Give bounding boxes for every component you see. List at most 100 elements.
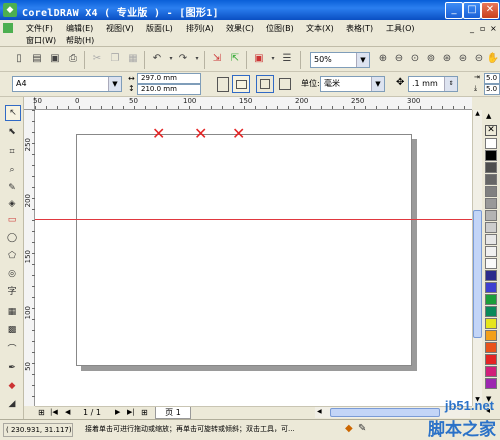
import-icon[interactable]: ⇲	[210, 52, 224, 66]
zoom-level-select[interactable]: 50% ▼	[310, 52, 370, 68]
color-swatch[interactable]	[485, 138, 497, 149]
interactive-fill-tool-icon[interactable]: ◢	[5, 397, 19, 411]
first-page-icon[interactable]: |◀	[50, 408, 58, 416]
page-tab[interactable]: 页 1	[155, 407, 191, 419]
export-icon[interactable]: ⇱	[228, 52, 242, 66]
color-swatch[interactable]	[485, 378, 497, 389]
zoom-tool-icon[interactable]: ⌕	[5, 163, 19, 177]
minimize-button[interactable]: _	[445, 2, 463, 19]
print-icon[interactable]: ⎙	[66, 52, 80, 66]
text-tool-icon[interactable]: 字	[5, 285, 19, 299]
smart-fill-tool-icon[interactable]: ◈	[5, 197, 19, 211]
zoom-width-icon[interactable]: ⊜	[456, 52, 470, 66]
paste-icon[interactable]: ▦	[126, 52, 140, 66]
scroll-left-icon[interactable]: ◀	[317, 408, 322, 415]
color-swatch[interactable]	[485, 210, 497, 221]
fill-tool-icon[interactable]: ◆	[5, 379, 19, 393]
table-tool-icon[interactable]: ▦	[5, 305, 19, 319]
color-swatch[interactable]	[485, 222, 497, 233]
color-swatch[interactable]	[485, 330, 497, 341]
horizontal-ruler[interactable]: 50 0 50 100 150 200 250 300	[33, 97, 472, 110]
duplicate-x-field[interactable]: 5.0	[484, 73, 500, 84]
vertical-ruler[interactable]: 250 200 150 100 50	[24, 110, 35, 406]
zoom-in-icon[interactable]: ⊕	[376, 52, 390, 66]
color-swatch[interactable]	[485, 174, 497, 185]
undo-icon[interactable]: ↶	[150, 52, 164, 66]
add-page-before-icon[interactable]: ⊞	[38, 408, 45, 417]
close-button[interactable]: ✕	[481, 2, 499, 19]
freehand-tool-icon[interactable]: ✎	[5, 181, 19, 195]
zoom-page-icon[interactable]: ⊛	[440, 52, 454, 66]
paper-size-select[interactable]: A4 ▼	[12, 76, 122, 92]
zoom-height-icon[interactable]: ⊝	[472, 52, 486, 66]
next-page-icon[interactable]: ▶	[115, 408, 120, 416]
all-pages-icon[interactable]	[256, 75, 274, 93]
cut-icon[interactable]: ✂	[90, 52, 104, 66]
no-fill-swatch[interactable]: ✕	[485, 125, 497, 136]
launcher-dropdown-icon[interactable]: ▾	[266, 52, 280, 66]
menu-file[interactable]: 文件(F)	[26, 23, 53, 34]
menu-window[interactable]: 窗口(W)	[26, 35, 56, 46]
color-swatch[interactable]	[485, 258, 497, 269]
current-page-icon[interactable]	[279, 78, 291, 90]
color-swatch[interactable]	[485, 150, 497, 161]
color-swatch[interactable]	[485, 234, 497, 245]
zoom-all-objects-icon[interactable]: ⊚	[424, 52, 438, 66]
shape-tool-icon[interactable]: ⬉	[5, 125, 19, 139]
ellipse-tool-icon[interactable]: ◯	[5, 231, 19, 245]
vertical-scrollbar[interactable]: ▲ ▼	[472, 110, 482, 406]
redo-icon[interactable]: ↷	[176, 52, 190, 66]
color-swatch[interactable]	[485, 318, 497, 329]
color-swatch[interactable]	[485, 366, 497, 377]
page-border[interactable]	[76, 134, 412, 366]
portrait-button[interactable]	[217, 77, 229, 92]
zoom-out-icon[interactable]: ⊖	[392, 52, 406, 66]
color-swatch[interactable]	[485, 246, 497, 257]
menu-bitmaps[interactable]: 位图(B)	[266, 23, 294, 34]
units-select[interactable]: 毫米 ▼	[320, 76, 385, 92]
color-swatch[interactable]	[485, 282, 497, 293]
maximize-button[interactable]: □	[463, 2, 481, 19]
menu-text[interactable]: 文本(X)	[306, 23, 334, 34]
page-height-field[interactable]: 210.0 mm	[137, 84, 201, 95]
doc-close-button[interactable]: ×	[490, 24, 497, 33]
copy-icon[interactable]: ❐	[108, 52, 122, 66]
outline-pen-tool-icon[interactable]: ✒	[5, 361, 19, 375]
color-swatch[interactable]	[485, 270, 497, 281]
menu-table[interactable]: 表格(T)	[346, 23, 373, 34]
crop-tool-icon[interactable]: ⌗	[5, 145, 19, 159]
save-icon[interactable]: ▣	[48, 52, 62, 66]
menu-tools[interactable]: 工具(O)	[386, 23, 415, 34]
open-folder-icon[interactable]: ▤	[30, 52, 44, 66]
pan-hand-icon[interactable]: ✋	[486, 52, 500, 66]
page-width-field[interactable]: 297.0 mm	[137, 73, 201, 84]
nudge-offset-field[interactable]: .1 mm ⇕	[408, 76, 458, 92]
polygon-tool-icon[interactable]: ⬠	[5, 249, 19, 263]
scroll-up-icon[interactable]: ▲	[473, 110, 482, 120]
menu-effects[interactable]: 效果(C)	[226, 23, 254, 34]
redo-dropdown-icon[interactable]: ▾	[190, 52, 204, 66]
color-swatch[interactable]	[485, 162, 497, 173]
menu-help[interactable]: 帮助(H)	[66, 35, 94, 46]
vertical-scroll-thumb[interactable]	[473, 210, 482, 338]
menu-edit[interactable]: 编辑(E)	[66, 23, 93, 34]
welcome-screen-icon[interactable]: ☰	[280, 52, 294, 66]
application-launcher-icon[interactable]: ▣	[252, 52, 266, 66]
rectangle-tool-icon[interactable]: ▭	[5, 213, 19, 227]
color-swatch[interactable]	[485, 198, 497, 209]
landscape-button[interactable]	[232, 75, 250, 93]
doc-minimize-button[interactable]: _	[470, 24, 474, 33]
menu-view[interactable]: 视图(V)	[106, 23, 134, 34]
palette-scroll-up-icon[interactable]: ▲	[486, 112, 491, 120]
zoom-selected-icon[interactable]: ⊙	[408, 52, 422, 66]
pick-tool-icon[interactable]: ↖	[5, 105, 21, 121]
previous-page-icon[interactable]: ◀	[65, 408, 70, 416]
interactive-blend-tool-icon[interactable]: ▩	[5, 323, 19, 337]
basic-shapes-tool-icon[interactable]: ◎	[5, 267, 19, 281]
new-document-icon[interactable]: ▯	[12, 52, 26, 66]
eyedropper-tool-icon[interactable]: ⌒	[5, 343, 19, 357]
color-swatch[interactable]	[485, 354, 497, 365]
last-page-icon[interactable]: ▶|	[127, 408, 135, 416]
menu-arrange[interactable]: 排列(A)	[186, 23, 214, 34]
color-swatch[interactable]	[485, 306, 497, 317]
